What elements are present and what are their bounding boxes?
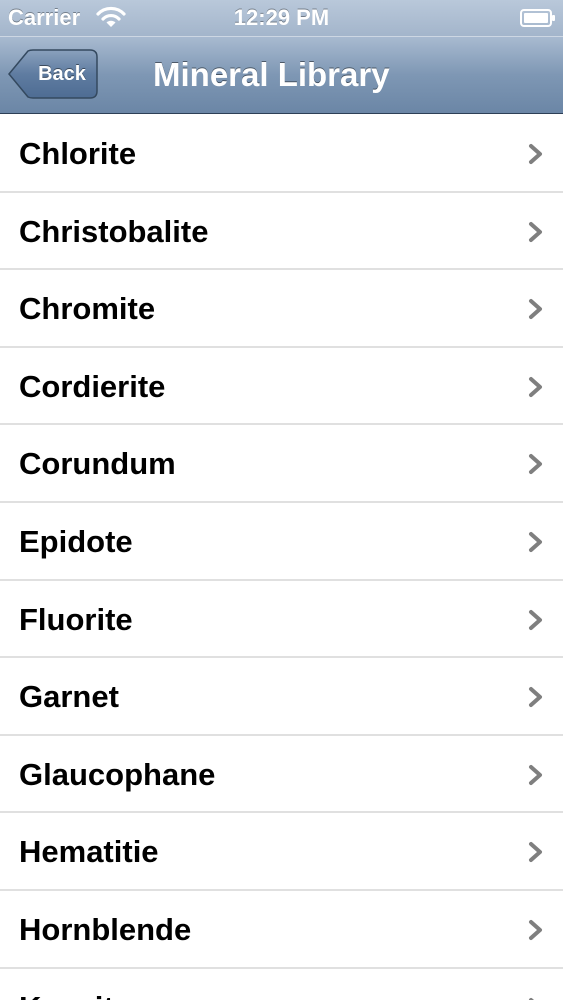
list-item-label: Fluorite — [19, 601, 133, 637]
back-button[interactable]: Back — [8, 49, 98, 99]
list-item[interactable]: Hornblende — [0, 890, 563, 969]
list-item[interactable]: Cordierite — [0, 347, 563, 426]
chevron-right-icon — [529, 221, 542, 242]
battery-icon — [520, 9, 555, 27]
list-item[interactable]: Hematitie — [0, 813, 563, 891]
list-item[interactable]: Christobalite — [0, 192, 563, 271]
list-item[interactable]: Chromite — [0, 270, 563, 348]
list-item[interactable]: Chlorite — [0, 115, 563, 193]
chevron-right-icon — [529, 687, 542, 708]
chevron-right-icon — [529, 376, 542, 397]
list-item-label: Epidote — [19, 523, 133, 559]
list-item[interactable]: Epidote — [0, 502, 563, 581]
list-item-label: Garnet — [19, 679, 119, 715]
chevron-right-icon — [529, 997, 535, 1000]
list-item[interactable]: Fluorite — [0, 580, 563, 659]
list-item-label: Hematitie — [19, 834, 159, 870]
chevron-right-icon — [529, 842, 542, 863]
status-bar: Carrier 12:29 PM — [0, 0, 563, 36]
mineral-list: Chlorite Christobalite Chromite Cordierite C… — [0, 115, 563, 1000]
list-item-label: Christobalite — [19, 213, 209, 249]
list-item-label: Chlorite — [19, 136, 137, 171]
chevron-right-icon — [529, 919, 542, 940]
chevron-right-icon — [529, 299, 542, 320]
list-item-label: Cordierite — [19, 368, 166, 404]
list-item-label: Corundum — [19, 446, 176, 482]
list-item-label: Kyanite — [19, 969, 131, 1000]
list-item[interactable]: Corundum — [0, 425, 563, 503]
list-item[interactable]: Kyanite — [0, 968, 563, 1000]
screen: Carrier 12:29 PM Back Mineral Library Ch… — [0, 0, 563, 1000]
chevron-right-icon — [529, 144, 542, 164]
chevron-right-icon — [529, 764, 542, 785]
navigation-bar: Back Mineral Library — [0, 36, 563, 114]
list-item[interactable]: Glaucophane — [0, 735, 563, 814]
list-item[interactable]: Garnet — [0, 658, 563, 736]
back-button-label: Back — [38, 63, 86, 85]
list-item-label: Glaucophane — [19, 756, 216, 792]
list-item-label: Hornblende — [19, 911, 192, 947]
page-title: Mineral Library — [153, 56, 390, 93]
chevron-right-icon — [529, 531, 542, 552]
chevron-right-icon — [529, 454, 542, 475]
list-item-label: Chromite — [19, 291, 156, 327]
status-time: 12:29 PM — [233, 5, 330, 30]
chevron-right-icon — [529, 609, 542, 630]
